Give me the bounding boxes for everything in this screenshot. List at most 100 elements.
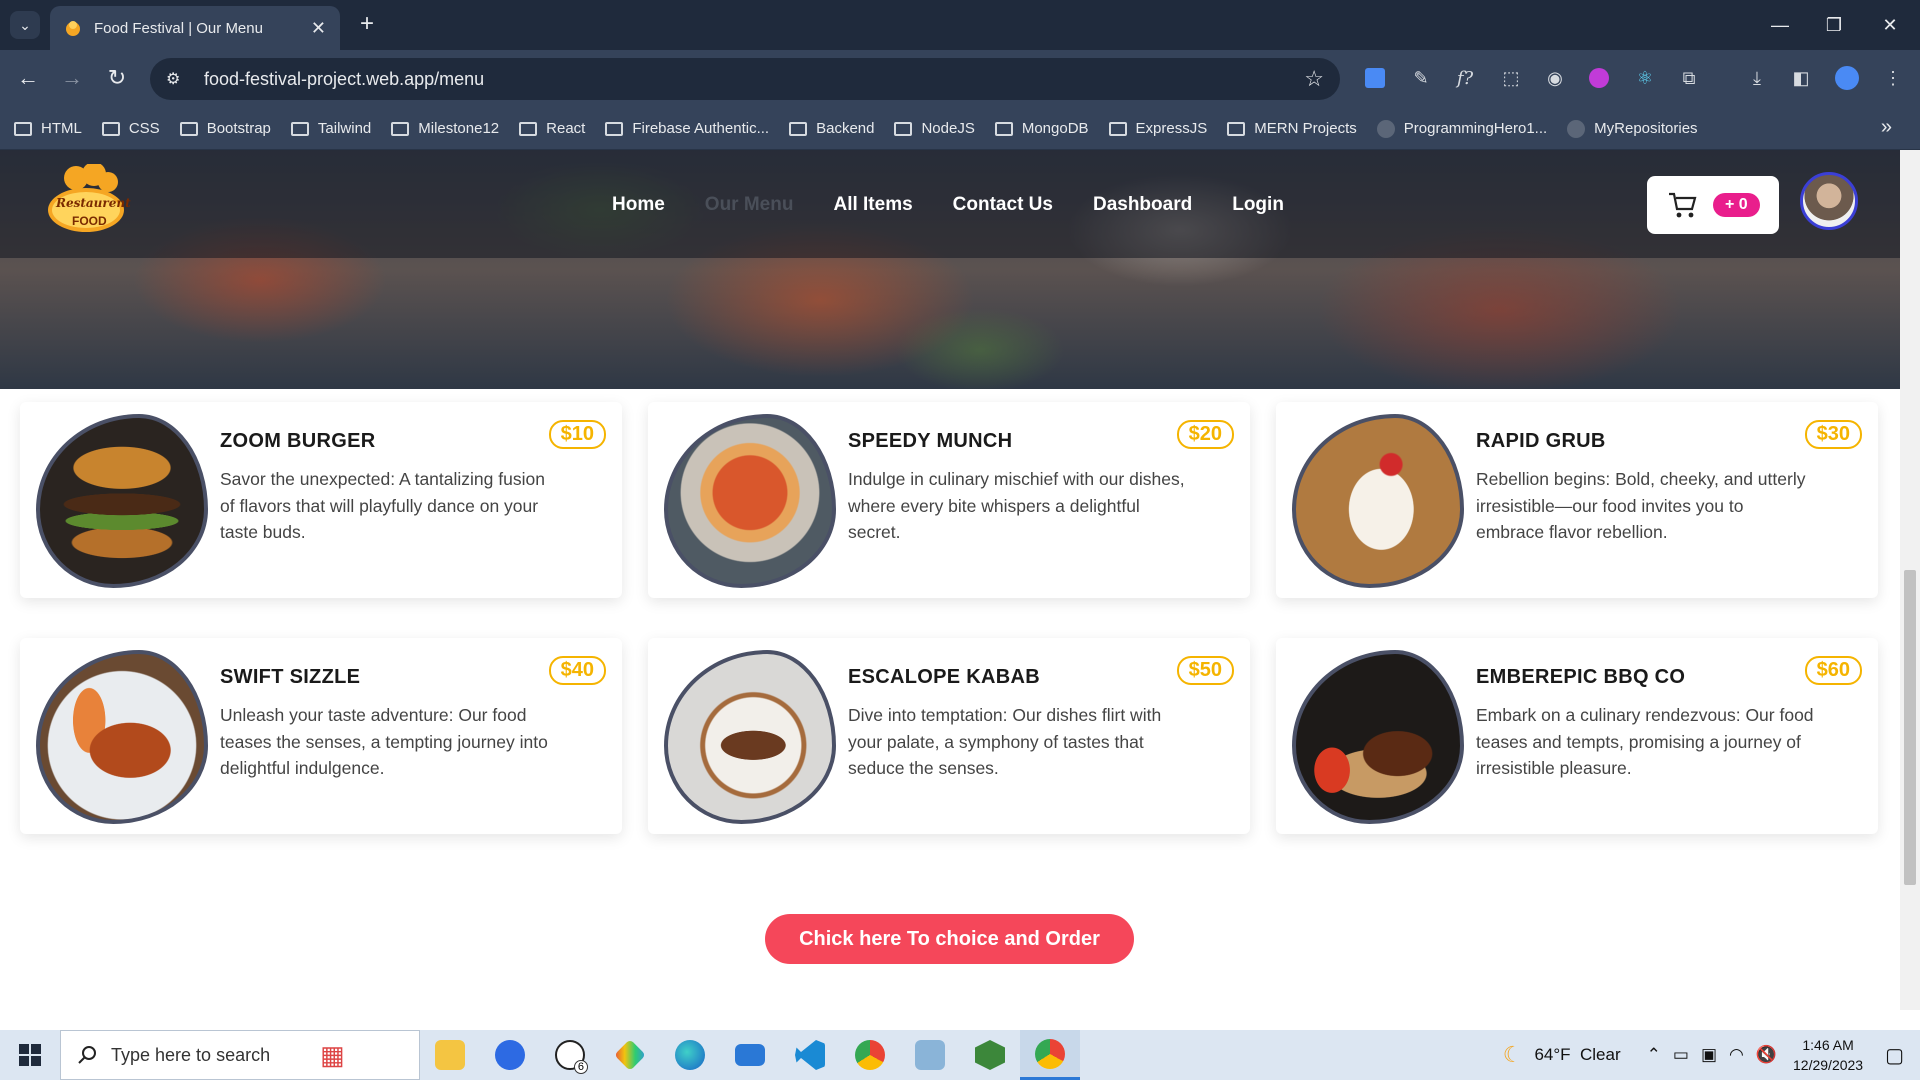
restore-button[interactable]: ❐ xyxy=(1806,0,1862,50)
pizza-image xyxy=(664,414,836,588)
tab-close-icon[interactable]: ✕ xyxy=(311,18,326,39)
user-avatar[interactable] xyxy=(1800,172,1858,230)
bookmark-label: MongoDB xyxy=(1021,120,1089,137)
translate-extension-icon[interactable] xyxy=(1360,63,1390,93)
bookmark-folder[interactable]: NodeJS xyxy=(894,120,975,137)
nav-contact-us[interactable]: Contact Us xyxy=(953,194,1053,216)
clock-date: 12/29/2023 xyxy=(1793,1057,1864,1073)
nav-home[interactable]: Home xyxy=(612,194,665,216)
file-explorer-icon[interactable] xyxy=(420,1030,480,1080)
color-extension-icon[interactable] xyxy=(1584,63,1614,93)
bookmark-folder[interactable]: Tailwind xyxy=(290,120,371,137)
meet-now-icon[interactable]: ▣ xyxy=(1701,1045,1717,1065)
bookmark-folder[interactable]: MongoDB xyxy=(994,120,1089,137)
menu-item-price: $20 xyxy=(1176,420,1234,449)
weather-text[interactable]: 64°F Clear xyxy=(1534,1045,1620,1065)
react-devtools-icon[interactable]: ⚛ xyxy=(1630,63,1660,93)
notification-icon[interactable]: ▢ xyxy=(1885,1043,1904,1068)
search-icon xyxy=(78,1046,96,1064)
side-panel-icon[interactable]: ◧ xyxy=(1786,63,1816,93)
cart-button[interactable]: + 0 xyxy=(1647,176,1779,234)
menu-item-description: Unleash your taste adventure: Our food t… xyxy=(220,705,548,778)
app-icon[interactable] xyxy=(900,1030,960,1080)
bookmark-folder[interactable]: Bootstrap xyxy=(179,120,271,137)
bookmark-folder[interactable]: Milestone12 xyxy=(391,120,499,137)
bookmark-folder[interactable]: MERN Projects xyxy=(1227,120,1357,137)
nav-dashboard[interactable]: Dashboard xyxy=(1093,194,1192,216)
folder-icon xyxy=(605,121,624,136)
bookmark-label: HTML xyxy=(41,120,82,137)
menu-item-name: SPEEDY MUNCH xyxy=(848,430,1013,452)
extensions-puzzle-icon[interactable]: ⧉ xyxy=(1674,63,1704,93)
page-scrollbar[interactable] xyxy=(1900,150,1920,1010)
folder-icon xyxy=(101,121,120,136)
vscode-icon[interactable] xyxy=(780,1030,840,1080)
forward-button[interactable]: → xyxy=(56,62,88,94)
system-tray: ☾ 64°F Clear ⌃ ▭ ▣ ◠ 🔇 1:46 AM 12/29/202… xyxy=(1503,1030,1920,1080)
start-button[interactable] xyxy=(0,1030,60,1080)
menu-card[interactable]: ZOOM BURGER $10 Savor the unexpected: A … xyxy=(20,402,622,598)
tab-search-button[interactable]: ⌄ xyxy=(10,11,40,39)
nodejs-icon[interactable] xyxy=(960,1030,1020,1080)
chrome-active-icon[interactable] xyxy=(1020,1030,1080,1080)
whatsapp-badge: 6 xyxy=(573,1060,588,1074)
bookmark-label: React xyxy=(546,120,586,137)
browser-menu-icon[interactable]: ⋮ xyxy=(1878,63,1908,93)
bookmark-folder[interactable]: Backend xyxy=(789,120,874,137)
browser-tab-active[interactable]: Food Festival | Our Menu ✕ xyxy=(50,6,340,50)
eyedropper-extension-icon[interactable]: ✎ xyxy=(1406,63,1436,93)
battery-icon[interactable]: ▭ xyxy=(1673,1045,1689,1065)
address-bar[interactable]: ⚙ food-festival-project.web.app/menu ☆ xyxy=(150,58,1340,100)
bookmark-star-icon[interactable]: ☆ xyxy=(1304,66,1324,92)
nav-login[interactable]: Login xyxy=(1232,194,1284,216)
screenshot-extension-icon[interactable]: ⬚ xyxy=(1496,63,1526,93)
bookmark-link[interactable]: ProgrammingHero1... xyxy=(1376,119,1547,138)
clock[interactable]: 1:46 AM 12/29/2023 xyxy=(1793,1035,1863,1075)
chrome-icon[interactable] xyxy=(840,1030,900,1080)
volume-muted-icon[interactable]: 🔇 xyxy=(1756,1045,1777,1065)
bookmark-label: ExpressJS xyxy=(1135,120,1208,137)
site-info-icon[interactable]: ⚙ xyxy=(166,69,188,89)
bookmark-link[interactable]: MyRepositories xyxy=(1567,119,1698,138)
kabab-image xyxy=(664,650,836,824)
wifi-icon[interactable]: ◠ xyxy=(1729,1045,1744,1065)
minimize-button[interactable]: — xyxy=(1752,0,1808,50)
camera-extension-icon[interactable]: ◉ xyxy=(1540,63,1570,93)
menu-card[interactable]: SPEEDY MUNCH $20 Indulge in culinary mis… xyxy=(648,402,1250,598)
bookmark-folder[interactable]: Firebase Authentic... xyxy=(605,120,769,137)
whatsapp-icon[interactable]: 6 xyxy=(540,1030,600,1080)
close-window-button[interactable]: ✕ xyxy=(1862,0,1918,50)
bookmark-folder[interactable]: CSS xyxy=(101,120,160,137)
windows-logo-icon xyxy=(19,1044,41,1066)
cart-icon xyxy=(1669,192,1697,218)
bookmarks-overflow-icon[interactable]: » xyxy=(1881,116,1892,139)
menu-card[interactable]: RAPID GRUB $30 Rebellion begins: Bold, c… xyxy=(1276,402,1878,598)
back-button[interactable]: ← xyxy=(12,62,44,94)
menu-item-name: SWIFT SIZZLE xyxy=(220,666,361,688)
menu-card[interactable]: EMBEREPIC BBQ CO $60 Embark on a culinar… xyxy=(1276,638,1878,834)
new-tab-button[interactable]: + xyxy=(352,10,382,40)
bookmark-folder[interactable]: ExpressJS xyxy=(1108,120,1208,137)
menu-item-price: $60 xyxy=(1804,656,1862,685)
menu-item-price: $50 xyxy=(1176,656,1234,685)
site-logo[interactable]: Restaurent FOOD xyxy=(46,162,131,240)
profile-icon[interactable] xyxy=(1832,63,1862,93)
windows-taskbar: Type here to search ▦ 6 ☾ 64°F Clear ⌃ ▭… xyxy=(0,1030,1920,1080)
bookmark-folder[interactable]: HTML xyxy=(14,120,82,137)
font-extension-icon[interactable]: f? xyxy=(1450,63,1480,93)
nav-our-menu[interactable]: Our Menu xyxy=(705,194,794,216)
edge-icon[interactable] xyxy=(660,1030,720,1080)
mail-icon[interactable] xyxy=(720,1030,780,1080)
bookmark-folder[interactable]: React xyxy=(519,120,585,137)
order-button[interactable]: Chick here To choice and Order xyxy=(765,914,1134,964)
scrollbar-thumb[interactable] xyxy=(1904,570,1916,885)
menu-card[interactable]: ESCALOPE KABAB $50 Dive into temptation:… xyxy=(648,638,1250,834)
reload-button[interactable]: ↻ xyxy=(101,62,133,94)
taskbar-search[interactable]: Type here to search ▦ xyxy=(60,1030,420,1080)
tray-chevron-icon[interactable]: ⌃ xyxy=(1647,1045,1661,1065)
menu-card[interactable]: SWIFT SIZZLE $40 Unleash your taste adve… xyxy=(20,638,622,834)
app-icon[interactable] xyxy=(600,1030,660,1080)
zoom-icon[interactable] xyxy=(480,1030,540,1080)
download-icon[interactable]: ⤓ xyxy=(1742,63,1772,93)
nav-all-items[interactable]: All Items xyxy=(833,194,912,216)
